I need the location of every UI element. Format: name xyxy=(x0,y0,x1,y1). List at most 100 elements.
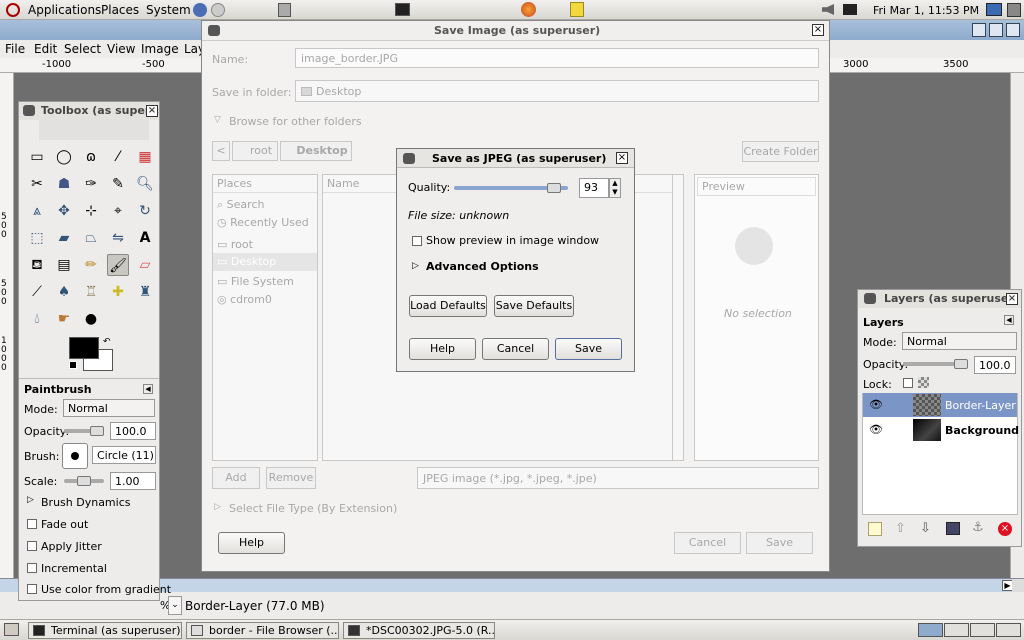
save-image-cancel-button[interactable]: Cancel xyxy=(674,532,741,554)
notes-icon[interactable] xyxy=(570,2,584,17)
paths-icon[interactable]: ✑ xyxy=(80,173,102,195)
free-select-icon[interactable]: ɷ xyxy=(80,146,102,168)
perspective-clone-icon[interactable]: ♜ xyxy=(134,281,156,303)
clone-icon[interactable]: ♖ xyxy=(80,281,102,303)
places-menu[interactable]: Places xyxy=(101,3,139,17)
scale-input[interactable]: 1.00 xyxy=(110,472,156,490)
opacity-slider-knob[interactable] xyxy=(90,426,104,436)
shutdown-icon[interactable] xyxy=(1007,3,1021,17)
firefox-icon[interactable] xyxy=(521,2,536,17)
brush-name[interactable]: Circle (11) xyxy=(92,446,156,464)
workspace-4[interactable] xyxy=(996,623,1021,637)
places-filesystem[interactable]: ▭ File System xyxy=(217,275,294,288)
quality-input[interactable]: 93 xyxy=(579,178,609,198)
layers-menu-icon[interactable]: ◀ xyxy=(1004,315,1014,325)
places-root[interactable]: ▭ root xyxy=(217,238,253,251)
crop-icon[interactable]: ⌖ xyxy=(107,200,129,222)
eye-icon[interactable]: 👁︎ xyxy=(869,398,883,411)
move-icon[interactable]: ✥ xyxy=(53,200,75,222)
taskbar-file-browser[interactable]: border - File Browser (... xyxy=(186,622,339,639)
measure-icon[interactable]: ⩓ xyxy=(26,200,48,222)
path-desktop-button[interactable]: Desktop xyxy=(280,141,352,161)
select-file-type-label[interactable]: Select File Type (By Extension) xyxy=(229,502,397,515)
brush-dynamics[interactable]: Brush Dynamics xyxy=(41,496,130,509)
show-preview-label[interactable]: Show preview in image window xyxy=(426,234,599,247)
name-input[interactable]: image_border.JPG xyxy=(295,48,819,68)
load-defaults-button[interactable]: Load Defaults xyxy=(409,295,487,317)
menu-view[interactable]: View xyxy=(107,42,135,56)
layers-opacity-input[interactable]: 100.0 xyxy=(974,356,1016,374)
raise-layer-icon[interactable]: ⇧ xyxy=(895,521,906,536)
taskbar-terminal[interactable]: Terminal (as superuser) xyxy=(28,622,182,639)
color-picker-icon[interactable]: ✎ xyxy=(107,173,129,195)
scissors-icon[interactable]: ✂ xyxy=(26,173,48,195)
text-icon[interactable]: A xyxy=(134,227,156,249)
volume-icon[interactable] xyxy=(822,4,834,15)
folder-select[interactable]: Desktop xyxy=(295,80,819,102)
workspace-1[interactable] xyxy=(918,623,943,637)
quality-slider-knob[interactable] xyxy=(547,183,561,193)
eraser-icon[interactable]: ▱ xyxy=(134,254,156,276)
layer-row-border[interactable]: 👁︎ Border-Layer xyxy=(863,393,1017,417)
layers-opacity-knob[interactable] xyxy=(954,359,968,369)
toolbox-close-icon[interactable]: × xyxy=(146,105,158,117)
save-image-save-button[interactable]: Save xyxy=(746,532,813,554)
rect-select-icon[interactable]: ▭ xyxy=(26,146,48,168)
browse-expander-icon[interactable]: ▽ xyxy=(214,115,221,125)
airbrush-icon[interactable]: ⟋ xyxy=(26,281,48,303)
lower-layer-icon[interactable]: ⇩ xyxy=(920,521,931,536)
lock-pixels-checkbox[interactable] xyxy=(903,378,913,388)
path-root-button[interactable]: root xyxy=(232,141,278,161)
advanced-options-label[interactable]: Advanced Options xyxy=(426,260,539,273)
show-preview-checkbox[interactable] xyxy=(412,236,422,246)
remove-bookmark-button[interactable]: Remove xyxy=(266,467,316,489)
applications-menu[interactable]: Applications xyxy=(28,3,101,17)
system-menu[interactable]: System xyxy=(146,3,191,17)
fuzzy-select-icon[interactable]: ⁄ xyxy=(107,146,129,168)
path-back-button[interactable]: < xyxy=(212,141,230,161)
save-image-close-icon[interactable]: × xyxy=(812,24,824,36)
scale-icon[interactable]: ⬚ xyxy=(26,227,48,249)
foreground-select-icon[interactable]: ☗ xyxy=(53,173,75,195)
incremental-checkbox[interactable] xyxy=(27,563,37,573)
help-icon[interactable] xyxy=(193,3,207,17)
incremental-label[interactable]: Incremental xyxy=(41,562,107,575)
layers-close-icon[interactable]: × xyxy=(1006,293,1018,305)
jpeg-close-icon[interactable]: × xyxy=(616,152,628,164)
file-type-expander-icon[interactable]: ▷ xyxy=(214,502,221,512)
heal-icon[interactable]: ✚ xyxy=(107,281,129,303)
dodge-burn-icon[interactable]: ● xyxy=(80,308,102,330)
swap-colors-icon[interactable]: ↶ xyxy=(103,337,111,347)
show-desktop-icon[interactable] xyxy=(4,623,19,636)
menu-file[interactable]: File xyxy=(5,42,25,56)
distro-logo-icon[interactable] xyxy=(6,3,20,17)
places-search[interactable]: ⌕ Search xyxy=(217,198,264,212)
pencil-icon[interactable]: ✏ xyxy=(80,254,102,276)
maximize-icon[interactable] xyxy=(989,23,1003,37)
email-icon[interactable] xyxy=(211,3,225,17)
delete-layer-icon[interactable]: × xyxy=(998,522,1012,536)
minimize-icon[interactable] xyxy=(972,23,986,37)
fade-out-label[interactable]: Fade out xyxy=(41,518,88,531)
tool-options-menu-icon[interactable]: ◀ xyxy=(143,384,153,394)
files-scrollbar[interactable] xyxy=(672,174,684,461)
zoom-icon[interactable]: 🔍︎ xyxy=(134,173,156,195)
rotate-icon[interactable]: ↻ xyxy=(134,200,156,222)
file-filter-select[interactable]: JPEG image (*.jpg, *.jpeg, *.jpe) xyxy=(417,467,819,489)
workspace-3[interactable] xyxy=(970,623,995,637)
fade-out-checkbox[interactable] xyxy=(27,519,37,529)
ellipse-select-icon[interactable]: ◯ xyxy=(53,146,75,168)
layers-tab-label[interactable]: Layers xyxy=(863,316,904,329)
save-defaults-button[interactable]: Save Defaults xyxy=(494,295,574,317)
apply-jitter-checkbox[interactable] xyxy=(27,541,37,551)
jpeg-cancel-button[interactable]: Cancel xyxy=(482,338,549,360)
floppy-icon[interactable] xyxy=(278,3,291,17)
navigate-icon[interactable] xyxy=(1012,579,1024,592)
foreground-color-swatch[interactable] xyxy=(69,337,99,359)
layer-name[interactable]: Border-Layer xyxy=(945,399,1016,412)
close-icon[interactable] xyxy=(1006,23,1020,37)
new-layer-icon[interactable] xyxy=(868,522,882,536)
create-folder-button[interactable]: Create Folder xyxy=(742,141,819,162)
zoom-dropdown[interactable]: ⌄ xyxy=(168,596,182,615)
jpeg-save-button[interactable]: Save xyxy=(555,338,622,360)
